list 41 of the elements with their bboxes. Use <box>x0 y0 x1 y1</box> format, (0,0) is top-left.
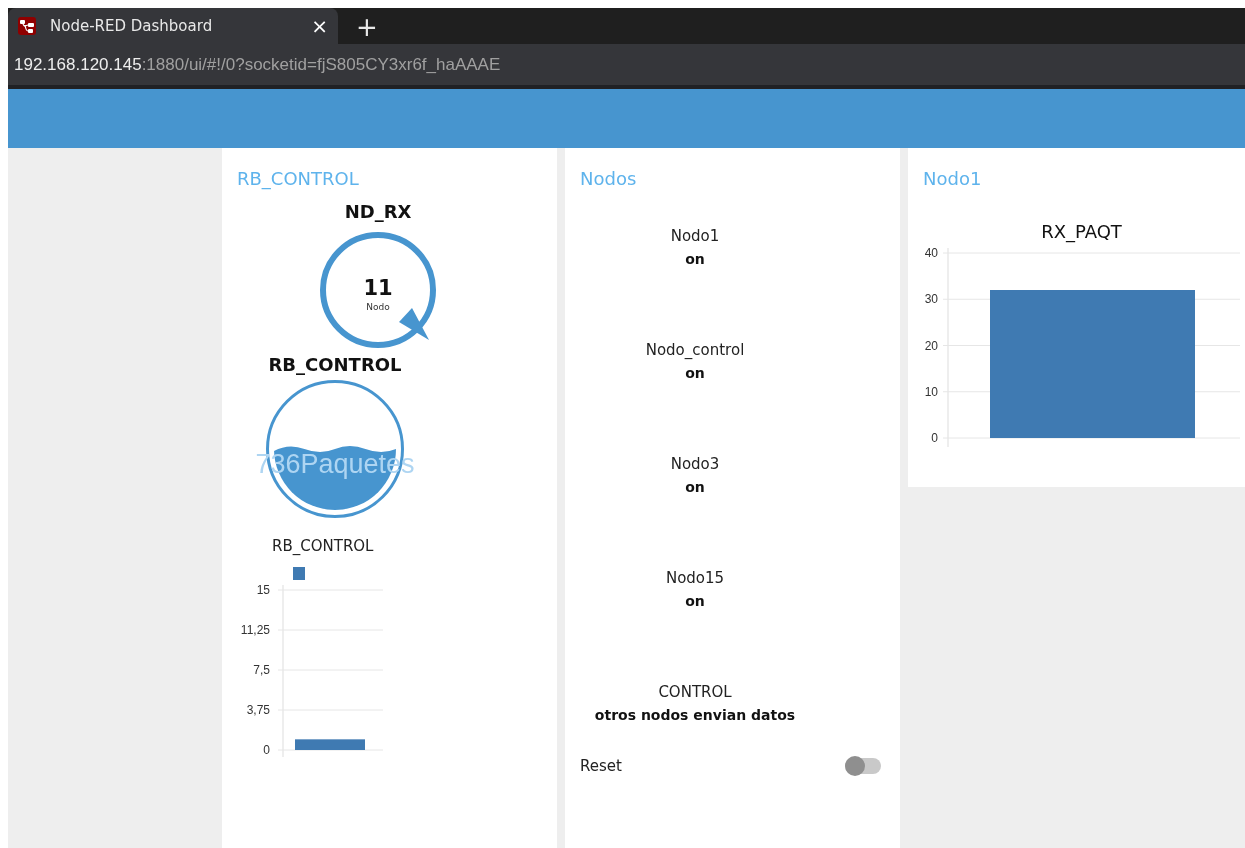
url-host: 192.168.120.145 <box>14 54 142 75</box>
tab-title: Node-RED Dashboard <box>50 17 214 35</box>
toggle-switch[interactable] <box>845 758 881 774</box>
url-path: :1880/ui/#!/0?socketid=fjS805CY3xr6f_haAAAE <box>141 54 501 75</box>
chart-title: RB_CONTROL <box>272 537 375 555</box>
close-tab-button[interactable]: × <box>311 14 328 38</box>
y-tick-label: 0 <box>263 743 270 757</box>
gauge-value: 11 <box>363 276 393 300</box>
gauge-label: ND_RX <box>344 201 412 222</box>
text-label: Nodo3 <box>670 455 720 473</box>
y-tick-label: 0 <box>931 431 938 445</box>
switch-label: Reset <box>580 757 622 775</box>
y-tick-label: 20 <box>924 338 938 353</box>
y-tick-label: 11,25 <box>240 623 270 637</box>
group-title: Nodo1 <box>923 168 983 189</box>
text-value: on <box>685 365 705 381</box>
y-tick-label: 3,75 <box>246 703 270 717</box>
text-label: Nodo15 <box>665 569 725 587</box>
address-bar[interactable]: 192.168.120.145:1880/ui/#!/0?socketid=fjS805CY3xr6f_haAAAE <box>8 44 1245 90</box>
y-tick-label: 40 <box>924 246 938 260</box>
y-tick-label: 15 <box>256 583 270 597</box>
y-tick-label: 10 <box>924 384 938 399</box>
browser-tab[interactable]: Node-RED Dashboard × <box>8 8 338 44</box>
y-tick-label: 7,5 <box>253 663 270 677</box>
text-value: on <box>685 251 705 267</box>
gauge-label: RB_CONTROL <box>268 354 402 375</box>
flow-logo-icon <box>18 17 36 35</box>
text-value: otros nodos envian datos <box>594 707 796 723</box>
text-label: Nodo1 <box>670 227 720 245</box>
group-title: Nodos <box>580 168 638 189</box>
chart-bar <box>295 739 365 750</box>
gauge-units: Nodo <box>366 302 390 312</box>
text-value: on <box>685 479 705 495</box>
group-title: RB_CONTROL <box>237 168 360 189</box>
new-tab-button[interactable]: + <box>356 14 378 40</box>
text-label: Nodo_control <box>645 341 745 359</box>
y-tick-label: 30 <box>924 292 938 307</box>
text-label: CONTROL <box>658 683 732 701</box>
chart-title: RX_PAQT <box>1040 221 1123 242</box>
text-value: on <box>685 593 705 609</box>
legend-swatch <box>293 567 305 580</box>
